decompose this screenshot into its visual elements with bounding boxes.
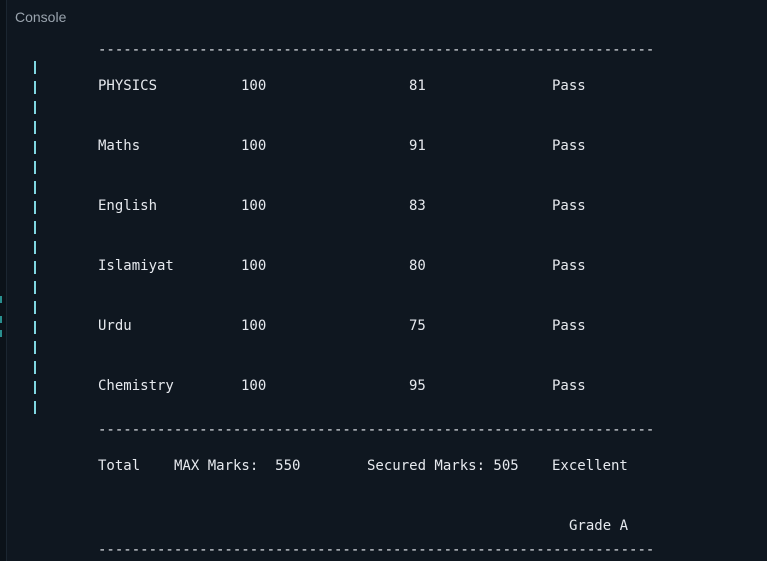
total-label: Total bbox=[98, 458, 141, 474]
max-marks-value: 100 bbox=[241, 78, 267, 94]
separator-line-bottom: ----------------------------------------… bbox=[98, 542, 655, 558]
status-value: Pass bbox=[552, 378, 586, 394]
subject-name: PHYSICS bbox=[98, 78, 158, 94]
obtained-marks-value: 80 bbox=[409, 258, 426, 274]
indent-guide bbox=[34, 161, 36, 174]
gutter-marker bbox=[0, 296, 2, 303]
subject-name: Urdu bbox=[98, 318, 132, 334]
indent-guide bbox=[34, 261, 36, 274]
indent-guide bbox=[34, 301, 36, 314]
console-title: Console bbox=[15, 9, 67, 25]
max-marks-value: 100 bbox=[241, 258, 267, 274]
gutter-marker bbox=[0, 330, 2, 337]
indent-guide bbox=[34, 381, 36, 394]
obtained-marks-value: 75 bbox=[409, 318, 426, 334]
indent-guide bbox=[34, 321, 36, 334]
indent-guide bbox=[34, 121, 36, 134]
indent-guide bbox=[34, 361, 36, 374]
subject-name: Chemistry bbox=[98, 378, 174, 394]
max-marks-total: MAX Marks: 550 bbox=[174, 458, 301, 474]
indent-guide bbox=[34, 81, 36, 94]
obtained-marks-value: 91 bbox=[409, 138, 426, 154]
status-value: Pass bbox=[552, 78, 586, 94]
grade-text: Grade A bbox=[569, 518, 629, 534]
indent-guide bbox=[34, 201, 36, 214]
editor-gutter bbox=[0, 0, 7, 561]
gutter-marker bbox=[0, 316, 2, 323]
max-marks-value: 100 bbox=[241, 198, 267, 214]
indent-guide bbox=[34, 341, 36, 354]
subject-name: Maths bbox=[98, 138, 141, 154]
remark-text: Excellent bbox=[552, 458, 628, 474]
status-value: Pass bbox=[552, 258, 586, 274]
console-header: Console bbox=[7, 0, 767, 34]
obtained-marks-value: 95 bbox=[409, 378, 426, 394]
status-value: Pass bbox=[552, 198, 586, 214]
indent-guide bbox=[34, 241, 36, 254]
indent-guide bbox=[34, 181, 36, 194]
indent-guide bbox=[34, 61, 36, 74]
max-marks-value: 100 bbox=[241, 378, 267, 394]
indent-guide bbox=[34, 281, 36, 294]
subject-name: Islamiyat bbox=[98, 258, 174, 274]
indent-guide bbox=[34, 221, 36, 234]
status-value: Pass bbox=[552, 318, 586, 334]
max-marks-value: 100 bbox=[241, 318, 267, 334]
indent-guide bbox=[34, 101, 36, 114]
separator-line-top: ----------------------------------------… bbox=[98, 42, 655, 58]
indent-guide bbox=[34, 401, 36, 414]
status-value: Pass bbox=[552, 138, 586, 154]
indent-guide bbox=[34, 141, 36, 154]
separator-line-middle: ----------------------------------------… bbox=[98, 422, 655, 438]
subject-name: English bbox=[98, 198, 158, 214]
obtained-marks-value: 81 bbox=[409, 78, 426, 94]
obtained-marks-value: 83 bbox=[409, 198, 426, 214]
console-panel: Console --------------------------------… bbox=[0, 0, 767, 561]
secured-marks-total: Secured Marks: 505 bbox=[367, 458, 519, 474]
max-marks-value: 100 bbox=[241, 138, 267, 154]
